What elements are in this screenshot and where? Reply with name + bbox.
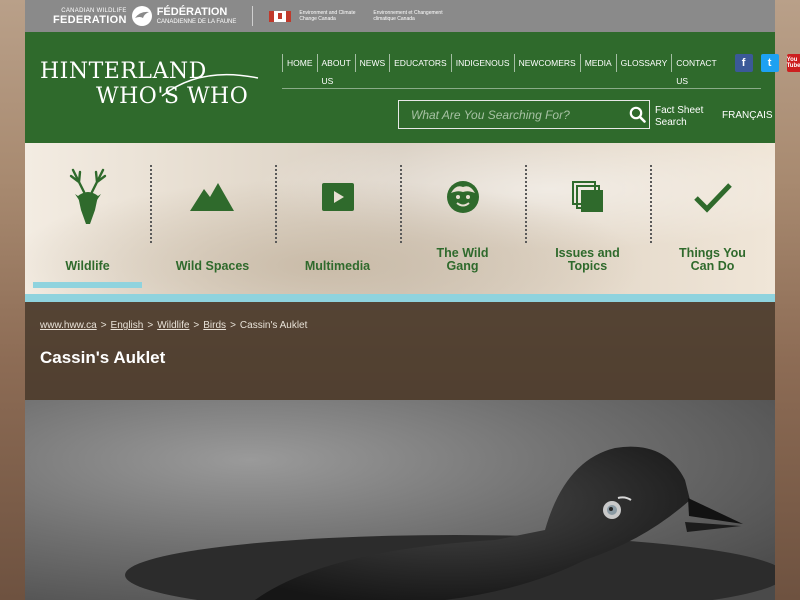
social-links: f t You Tube [727, 54, 800, 72]
category-the-wild-gang[interactable]: The Wild Gang [400, 143, 525, 288]
deer-icon [69, 168, 106, 224]
nav-indigenous[interactable]: INDIGENOUS [450, 54, 514, 72]
page-title: Cassin's Auklet [40, 348, 166, 367]
breadcrumb: www.hww.ca > English > Wildlife > Birds > Cassin… [40, 320, 308, 331]
checkmark-icon [693, 183, 732, 213]
breadcrumb-english[interactable]: English [111, 320, 144, 331]
search-input[interactable] [399, 101, 625, 128]
nav-contact-us[interactable]: CONTACT US [671, 54, 720, 86]
stack-icon [571, 181, 603, 212]
breadcrumb-home[interactable]: www.hww.ca [40, 320, 97, 331]
auklet-photo [25, 400, 775, 600]
language-toggle[interactable]: FRANÇAIS [722, 110, 773, 121]
canada-flag-icon [269, 10, 292, 22]
cwf-fr-small: CANADIENNE DE LA FAUNE [156, 18, 237, 25]
category-wildlife[interactable]: Wildlife [25, 143, 150, 288]
cwf-fr-big: FÉDÉRATION [156, 5, 228, 18]
category-issues-and-topics[interactable]: Issues and Topics [525, 143, 650, 288]
cwf-logo[interactable]: CANADIAN WILDLIFE FEDERATION FÉDÉRATION … [53, 5, 236, 27]
search-box [398, 100, 650, 129]
eccc-fr: Environnement et Changement climatique C… [373, 10, 443, 22]
breadcrumb-current: Cassin's Auklet [239, 320, 308, 331]
facebook-icon[interactable]: f [734, 54, 753, 72]
teal-divider [25, 294, 775, 302]
category-label: The Wild Gang [436, 246, 489, 273]
search-icon[interactable] [625, 101, 649, 128]
category-nav: Wildlife Wild Spaces Multimedia The Wild… [25, 143, 775, 288]
mountain-icon [189, 183, 234, 211]
breadcrumb-wildlife[interactable]: Wildlife [157, 320, 189, 331]
breadcrumb-birds[interactable]: Birds [203, 320, 226, 331]
category-wild-spaces[interactable]: Wild Spaces [150, 143, 275, 288]
nav-newcomers[interactable]: NEWCOMERS [513, 54, 580, 72]
logo-swoosh-icon [161, 73, 259, 97]
category-label: Wild Spaces [175, 259, 250, 273]
eccc-en: Environment and Climate Change Canada [299, 10, 356, 22]
eccc-logo[interactable]: Environment and Climate Change Canada En… [269, 10, 447, 22]
top-nav: HOME ABOUT US NEWS EDUCATORS INDIGENOUS … [282, 54, 800, 86]
face-icon [446, 181, 479, 213]
nav-media[interactable]: MEDIA [579, 54, 616, 72]
category-things-you-can-do[interactable]: Things You Can Do [650, 143, 775, 288]
hww-logo[interactable]: HINTERLAND WHO'S WHO [40, 60, 259, 110]
nav-home[interactable]: HOME [282, 54, 317, 72]
title-area: www.hww.ca > English > Wildlife > Birds > Cassin… [25, 302, 775, 400]
play-icon [321, 183, 354, 211]
category-label: Multimedia [304, 259, 371, 273]
page: CANADIAN WILDLIFE FEDERATION FÉDÉRATION … [25, 0, 800, 600]
category-band: Wildlife Wild Spaces Multimedia The Wild… [25, 143, 775, 296]
youtube-icon[interactable]: You Tube [786, 54, 800, 72]
divider [252, 6, 254, 26]
nav-about-us[interactable]: ABOUT US [316, 54, 355, 86]
category-label: Wildlife [65, 259, 110, 273]
fact-sheet-search-link[interactable]: Fact Sheet Search [655, 105, 705, 129]
nav-glossary[interactable]: GLOSSARY [615, 54, 672, 72]
nav-educators[interactable]: EDUCATORS [389, 54, 451, 72]
category-label: Things You Can Do [679, 246, 746, 273]
nav-news[interactable]: NEWS [354, 54, 390, 72]
header-divider [282, 88, 761, 89]
category-multimedia[interactable]: Multimedia [275, 143, 400, 288]
cwf-en-small: CANADIAN WILDLIFE [61, 7, 127, 14]
partner-bar: CANADIAN WILDLIFE FEDERATION FÉDÉRATION … [25, 0, 775, 32]
hero-photo [25, 400, 775, 600]
category-label: Issues and Topics [555, 246, 620, 273]
site-header: HINTERLAND WHO'S WHO HOME ABOUT US NEWS … [25, 32, 800, 143]
cwf-en-big: FEDERATION [53, 13, 127, 26]
cwf-bird-icon [131, 6, 152, 26]
active-indicator [33, 282, 142, 288]
twitter-icon[interactable]: t [760, 54, 779, 72]
